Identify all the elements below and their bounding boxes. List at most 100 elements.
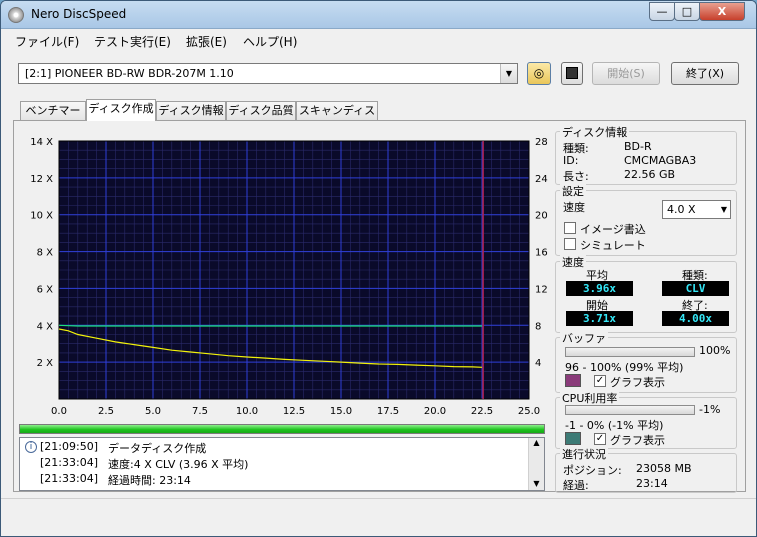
buffer-graph-label: グラフ表示 [610,376,665,389]
disc-info-group: ディスク情報 種類: BD-R ID: CMCMAGBA3 長さ: 22.56 … [555,124,737,185]
floppy-icon [566,67,578,79]
image-write-label: イメージ書込 [580,223,646,236]
x-tick-label: 2.5 [98,406,114,417]
image-write-checkbox[interactable] [564,222,576,234]
menu-test[interactable]: テスト実行(E) [94,33,171,50]
window-title: Nero DiscSpeed [31,7,127,21]
drive-select[interactable]: [2:1] PIONEER BD-RW BDR-207M 1.10 ▼ [18,63,518,84]
position-value: 23058 MB [636,462,692,475]
exit-button[interactable]: 終了(X) [671,62,739,85]
disc-id-label: ID: [563,154,579,167]
log-scrollbar[interactable]: ▲ ▼ [528,438,544,490]
buffer-bar [565,347,695,357]
discs-icon: ◎ [533,66,545,80]
tab-create-disc[interactable]: ディスク作成 [86,99,156,121]
chevron-down-icon[interactable]: ▼ [500,64,517,83]
menu-file[interactable]: ファイル(F) [15,33,79,50]
tab-benchmark[interactable]: ベンチマーク [20,101,86,134]
disc-length-value: 22.56 GB [624,168,676,181]
cpu-group: CPU利用率 -1% -1 - 0% (-1% 平均) ✓ グラフ表示 [555,390,737,449]
disc-type-value: BD-R [624,140,652,153]
speed-group: 速度 平均 3.96x 種類: CLV 開始 3.71x 終了: 4.00x [555,254,737,333]
y-right-tick-label: 16 [535,248,548,259]
save-button[interactable] [561,62,583,85]
scroll-up-icon[interactable]: ▲ [529,438,544,447]
y-right-tick-label: 20 [535,211,548,222]
x-tick-label: 0.0 [51,406,67,417]
y-right-tick-label: 28 [535,137,548,148]
x-tick-label: 5.0 [145,406,161,417]
tab-disc-info[interactable]: ディスク情報 [156,101,226,120]
cpu-range: -1 - 0% (-1% 平均) [565,419,664,432]
minimize-button[interactable]: — [649,2,675,21]
progress-status-group: 進行状況 ポジション: 23058 MB 経過: 23:14 [555,446,737,493]
log-time: [21:33:04] [40,456,98,469]
info-icon: i [25,441,37,453]
y-left-tick-label: 8 X [37,248,54,259]
simulate-checkbox[interactable] [564,238,576,250]
log-text: 経過時間: 23:14 [108,474,191,487]
x-tick-label: 10.0 [236,406,258,417]
y-left-tick-label: 12 X [30,174,53,185]
y-right-tick-label: 8 [535,321,541,332]
settings-group: 設定 速度 4.0 X ▼ イメージ書込 シミュレート [555,183,737,256]
eject-button[interactable]: ◎ [527,62,551,85]
start-speed-value: 3.71x [566,311,633,326]
elapsed-label: 経過: [563,479,589,492]
y-left-tick-label: 6 X [37,284,54,295]
tab-disc-quality[interactable]: ディスク品質 [226,101,296,120]
tab-bar: ベンチマーク ディスク作成 ディスク情報 ディスク品質 スキャンディスク [1,99,756,134]
x-tick-label: 7.5 [192,406,208,417]
y-right-tick-label: 12 [535,284,548,295]
start-button[interactable]: 開始(S) [592,62,660,85]
x-tick-label: 20.0 [424,406,446,417]
cpu-color-swatch[interactable] [565,432,581,445]
cpu-percent: -1% [699,403,721,416]
toolbar: [2:1] PIONEER BD-RW BDR-207M 1.10 ▼ ◎ 開始… [1,53,756,97]
log-text: データディスク作成 [108,442,207,455]
write-speed-line [58,324,482,327]
chevron-down-icon: ▼ [720,205,727,214]
speed-dropdown-value: 4.0 X [667,203,696,216]
y-left-tick-label: 14 X [30,137,53,148]
buffer-range: 96 - 100% (99% 平均) [565,361,684,374]
settings-title: 設定 [560,183,586,199]
y-right-tick-label: 24 [535,174,548,185]
buffer-graph-checkbox[interactable]: ✓ [594,375,606,387]
drive-select-value: [2:1] PIONEER BD-RW BDR-207M 1.10 [25,67,234,80]
scroll-down-icon[interactable]: ▼ [529,479,544,488]
avg-speed-value: 3.96x [566,281,633,296]
cpu-title: CPU利用率 [560,390,620,406]
disc-id-value: CMCMAGBA3 [624,154,697,167]
tab-scan-disc[interactable]: スキャンディスク [296,101,378,134]
x-tick-label: 15.0 [330,406,352,417]
write-progress-bar [19,424,545,434]
app-window: Nero DiscSpeed — □ X ファイル(F) テスト実行(E) 拡張… [0,0,757,537]
speed-group-title: 速度 [560,254,586,270]
menu-help[interactable]: ヘルプ(H) [243,33,297,50]
y-right-tick-label: 4 [535,358,541,369]
x-tick-label: 25.0 [518,406,540,417]
menu-extensions[interactable]: 拡張(E) [186,33,227,50]
cpu-graph-label: グラフ表示 [610,434,665,447]
simulate-label: シミュレート [580,239,646,252]
position-label: ポジション: [563,464,622,477]
x-tick-label: 22.5 [471,406,493,417]
x-tick-label: 17.5 [377,406,399,417]
cpu-bar [565,405,695,415]
maximize-button[interactable]: □ [674,2,700,21]
title-bar[interactable]: Nero DiscSpeed — □ X [1,1,756,29]
buffer-color-swatch[interactable] [565,374,581,387]
y-left-tick-label: 10 X [30,211,53,222]
log-time: [21:09:50] [40,440,98,453]
x-tick-label: 12.5 [283,406,305,417]
close-button[interactable]: X [699,2,745,21]
cpu-graph-checkbox[interactable]: ✓ [594,433,606,445]
end-speed-value: 4.00x [662,311,729,326]
buffer-percent: 100% [699,344,731,357]
speed-type-value: CLV [662,281,729,296]
log-list[interactable]: i [21:09:50] データディスク作成 [21:33:04] 速度:4 X… [19,437,545,491]
disc-length-label: 長さ: [563,170,589,183]
buffer-title: バッファ [560,330,608,346]
speed-dropdown[interactable]: 4.0 X ▼ [662,200,731,219]
